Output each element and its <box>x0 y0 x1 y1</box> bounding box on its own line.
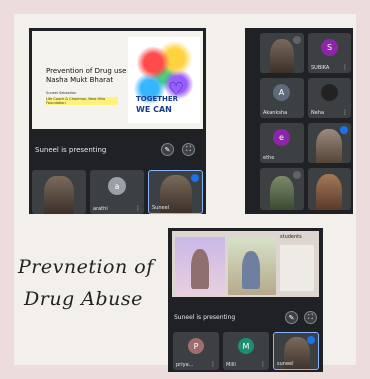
slide-logo-line2: WE CAN <box>136 105 172 114</box>
more-options-icon[interactable]: ⋮ <box>342 110 348 116</box>
participant-avatar: A <box>273 84 290 101</box>
participant-video <box>44 176 74 214</box>
shared-slide: Prevention of Drug use Nasha Mukt Bharat… <box>32 31 203 129</box>
participant-tile[interactable] <box>308 168 351 210</box>
presenting-bar: Suneel is presenting ✎ ⛶ <box>168 308 323 328</box>
participant-avatar-photo <box>321 84 338 101</box>
participant-tile[interactable] <box>32 170 86 214</box>
pin-icon: ✎ <box>164 145 171 154</box>
participant-avatar: M <box>238 338 254 354</box>
participant-tile[interactable]: A Akanksha <box>260 78 304 118</box>
participant-name: SUBIKA <box>311 65 330 71</box>
participant-tile[interactable] <box>308 123 351 163</box>
participant-name: Akanksha <box>263 110 288 116</box>
slide-presenter-role: Life Coach & Chairman, Nest Hilla Founda… <box>46 97 118 105</box>
slide-presenter-name: Suneel Sebastian <box>46 91 77 95</box>
slide-title: Prevention of Drug use Nasha Mukt Bharat <box>46 67 132 85</box>
speaking-indicator-icon <box>340 126 348 134</box>
slide-art: ♡ TOGETHER WE CAN <box>128 37 200 123</box>
slide-logo-line1: TOGETHER <box>136 95 179 103</box>
pin-button[interactable]: ✎ <box>161 143 174 156</box>
slide-title-line1: Prevention of Drug use <box>46 67 127 75</box>
more-options-icon[interactable]: ⋮ <box>135 206 141 212</box>
participant-video <box>316 174 342 210</box>
participant-name: Milli <box>226 362 236 368</box>
participant-name: Neha <box>311 110 325 116</box>
presenting-label: Suneel is presenting <box>174 314 236 321</box>
mic-muted-icon <box>293 36 301 44</box>
participant-tile[interactable]: M Milli ⋮ <box>223 332 269 370</box>
mic-muted-icon <box>293 171 301 179</box>
collage-title-line1: Prevnetion of <box>18 256 154 278</box>
meet-screenshot-grid: S SUBIKA ⋮ A Akanksha Neha ⋮ e ethe <box>245 28 353 214</box>
participant-tile[interactable]: Neha ⋮ <box>308 78 351 118</box>
participant-name: arathi <box>93 206 108 212</box>
fullscreen-icon: ⛶ <box>308 313 313 321</box>
speaking-indicator-icon <box>191 174 199 182</box>
participant-video <box>270 39 294 73</box>
participant-name: ethe <box>263 155 275 161</box>
participant-tile[interactable]: Suneel <box>148 170 203 214</box>
more-options-icon[interactable]: ⋮ <box>260 362 266 368</box>
more-options-icon[interactable]: ⋮ <box>342 65 348 71</box>
participant-avatar: a <box>108 177 126 195</box>
participant-name: suneel <box>277 361 294 367</box>
pin-icon: ✎ <box>288 313 295 322</box>
collage-title-line2: Drug Abuse <box>24 288 143 310</box>
slide-caption: students <box>280 234 302 240</box>
meet-screenshot-presentation: Prevention of Drug use Nasha Mukt Bharat… <box>29 28 206 214</box>
slide-text-block <box>280 245 314 291</box>
presenting-label: Suneel is presenting <box>35 146 107 154</box>
participant-name: Suneel <box>152 205 170 211</box>
meet-screenshot-presentation-2: students Suneel is presenting ✎ ⛶ P priy… <box>168 228 323 372</box>
slide-illustration <box>175 237 225 295</box>
participant-avatar: P <box>188 338 204 354</box>
illustration-figure <box>242 251 260 289</box>
illustration-figure <box>191 249 209 289</box>
speaking-indicator-icon <box>307 336 315 344</box>
more-options-icon[interactable]: ⋮ <box>210 362 216 368</box>
participant-video <box>316 129 342 163</box>
participant-name: priya... <box>176 362 194 368</box>
participant-tile[interactable] <box>260 33 304 73</box>
participant-tile[interactable]: a arathi ⋮ <box>90 170 144 214</box>
participant-tile[interactable] <box>260 168 304 210</box>
fullscreen-button[interactable]: ⛶ <box>304 311 317 324</box>
participant-tile[interactable]: S SUBIKA ⋮ <box>308 33 351 73</box>
participant-video <box>270 176 294 210</box>
participant-tile[interactable]: e ethe <box>260 123 304 163</box>
fullscreen-icon: ⛶ <box>186 145 191 153</box>
participant-tile[interactable]: P priya... ⋮ <box>173 332 219 370</box>
participant-avatar: e <box>273 129 290 146</box>
slide-title-line2: Nasha Mukt Bharat <box>46 76 114 84</box>
presenting-bar: Suneel is presenting ✎ ⛶ <box>29 140 206 160</box>
pin-button[interactable]: ✎ <box>285 311 298 324</box>
fullscreen-button[interactable]: ⛶ <box>182 143 195 156</box>
shared-slide: students <box>172 231 319 297</box>
collage-page: Prevention of Drug use Nasha Mukt Bharat… <box>0 0 370 379</box>
slide-illustration <box>228 237 276 295</box>
participant-avatar: S <box>321 39 338 56</box>
participant-tile[interactable]: suneel <box>273 332 319 370</box>
